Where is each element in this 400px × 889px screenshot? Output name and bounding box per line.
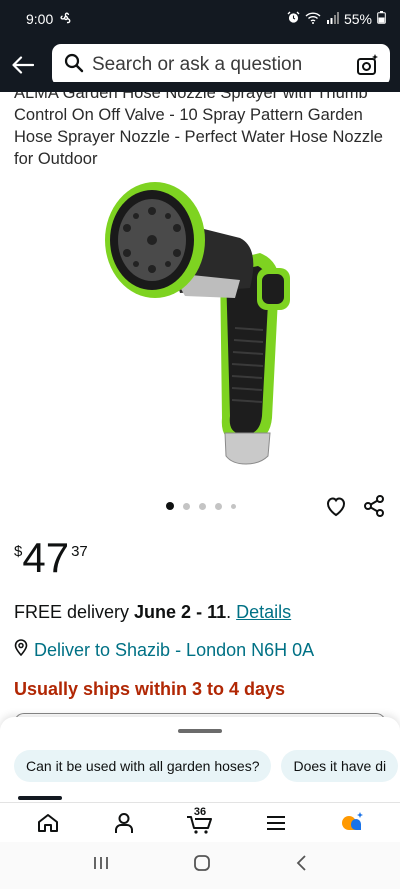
search-bar[interactable] [52, 44, 390, 86]
delivery-dates: June 2 - 11 [134, 602, 227, 622]
chevron-left-icon [297, 855, 306, 871]
home-icon [38, 813, 58, 832]
bottom-nav: 36 [0, 802, 400, 842]
price-fraction: 37 [71, 543, 88, 560]
wifi-icon [305, 11, 321, 27]
share-icon [364, 495, 384, 517]
back-arrow-icon [12, 56, 34, 74]
battery-icon [377, 11, 386, 27]
home-circle-icon [194, 855, 210, 871]
camera-search-button[interactable] [354, 51, 382, 79]
battery-percent: 55% [343, 11, 372, 27]
image-carousel-dots[interactable] [166, 502, 236, 510]
delivery-details-link[interactable]: Details [236, 602, 291, 622]
question-chip[interactable]: Does it have di [281, 750, 399, 782]
hamburger-menu-icon [267, 815, 285, 830]
shipping-estimate: Usually ships within 3 to 4 days [14, 679, 286, 699]
header-shadow [0, 82, 400, 92]
nav-rufus[interactable] [332, 806, 372, 840]
status-bar: 9:00 55% [0, 0, 400, 38]
home-system-button[interactable] [193, 854, 211, 877]
question-chips: Can it be used with all garden hoses? Do… [14, 750, 399, 782]
status-time: 9:00 [26, 11, 54, 27]
system-nav-bar [0, 842, 400, 889]
delivery-separator: . [226, 602, 237, 622]
location-pin-icon [14, 639, 28, 661]
question-suggestions-sheet: Can it be used with all garden hoses? Do… [0, 717, 400, 802]
hose-nozzle-image [105, 182, 290, 465]
wishlist-button[interactable] [324, 494, 348, 518]
sheet-drag-handle[interactable] [178, 729, 222, 733]
cart-count-badge: 36 [193, 805, 207, 818]
deliver-to-text: Deliver to Shazib - London N6H 0A [34, 639, 315, 660]
fan-icon [59, 11, 73, 28]
delivery-info: FREE delivery June 2 - 11. Details [14, 602, 291, 623]
product-image[interactable] [100, 178, 310, 468]
price-symbol: $ [14, 543, 23, 560]
nav-home[interactable] [28, 806, 68, 840]
signal-icon [326, 11, 339, 27]
carousel-dot[interactable] [199, 502, 206, 510]
question-chip[interactable]: Can it be used with all garden hoses? [14, 750, 272, 782]
deliver-to-location[interactable]: Deliver to Shazib - London N6H 0A [14, 639, 314, 661]
system-back-button[interactable] [294, 854, 308, 877]
product-price: $ 47 37 [14, 534, 88, 582]
recent-apps-icon [93, 857, 108, 869]
back-button[interactable] [8, 45, 38, 85]
product-title[interactable]: ALMA Garden Hose Nozzle Sprayer with Thu… [14, 82, 394, 174]
alarm-icon [287, 11, 300, 27]
search-input[interactable] [92, 54, 354, 76]
carousel-dot[interactable] [183, 502, 190, 510]
chat-assistant-icon [342, 811, 363, 830]
heart-icon [326, 497, 346, 517]
carousel-dot[interactable] [166, 502, 174, 510]
nav-cart[interactable]: 36 [180, 806, 220, 840]
share-button[interactable] [362, 494, 386, 518]
camera-sparkle-icon [357, 54, 378, 75]
recent-apps-button[interactable] [92, 855, 110, 876]
search-icon [64, 53, 84, 78]
price-whole: 47 [22, 534, 70, 581]
carousel-dot[interactable] [215, 502, 222, 510]
active-tab-indicator [18, 796, 62, 800]
nav-menu[interactable] [256, 806, 296, 840]
carousel-dot[interactable] [231, 503, 236, 509]
delivery-prefix: FREE delivery [14, 602, 135, 622]
nav-account[interactable] [104, 806, 144, 840]
person-icon [115, 812, 133, 833]
